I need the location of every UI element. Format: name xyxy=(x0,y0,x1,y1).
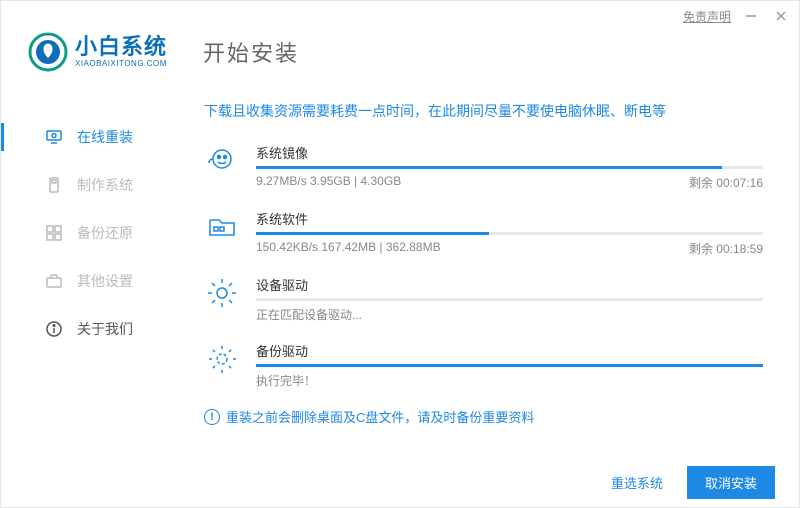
grid-icon xyxy=(45,224,63,242)
brand-name: 小白系统 xyxy=(75,36,167,58)
sidebar: 在线重装 制作系统 备份还原 其他设置 关于我们 xyxy=(1,83,176,469)
task-meta-left: 9.27MB/s 3.95GB | 4.30GB xyxy=(256,174,401,191)
task-meta-left: 执行完毕！ xyxy=(256,372,316,389)
sidebar-item-create[interactable]: 制作系统 xyxy=(1,161,176,209)
gear-icon xyxy=(204,275,240,311)
minimize-button[interactable] xyxy=(741,6,761,26)
warning-icon: ! xyxy=(204,409,220,425)
info-icon xyxy=(45,320,63,338)
task-system-image: 系统镜像 9.27MB/s 3.95GB | 4.30GB 剩余 00:07:16 xyxy=(204,143,763,191)
task-title: 备份驱动 xyxy=(256,341,763,360)
progress-bar xyxy=(256,298,763,301)
sidebar-item-label: 关于我们 xyxy=(77,319,133,339)
progress-bar xyxy=(256,364,763,367)
task-meta-left: 正在匹配设备驱动... xyxy=(256,306,362,323)
progress-bar xyxy=(256,166,763,169)
briefcase-icon xyxy=(45,272,63,290)
disclaimer-link[interactable]: 免责声明 xyxy=(683,8,731,25)
progress-fill xyxy=(256,232,489,235)
image-icon xyxy=(204,143,240,179)
monitor-icon xyxy=(45,128,63,146)
page-title: 开始安装 xyxy=(203,36,299,68)
sidebar-item-reinstall[interactable]: 在线重装 xyxy=(1,113,176,161)
task-system-software: 系统软件 150.42KB/s 167.42MB | 362.88MB 剩余 00… xyxy=(204,209,763,257)
progress-fill xyxy=(256,364,763,367)
warning-text: 重装之前会删除桌面及C盘文件，请及时备份重要资料 xyxy=(226,407,534,426)
task-meta-right: 剩余 00:18:59 xyxy=(689,240,763,257)
task-title: 系统镜像 xyxy=(256,143,763,162)
install-hint: 下载且收集资源需要耗费一点时间，在此期间尽量不要使电脑休眠、断电等 xyxy=(204,101,763,121)
brand-url: XIAOBAIXITONG.COM xyxy=(75,60,167,68)
cancel-install-button[interactable]: 取消安装 xyxy=(687,466,775,499)
folder-icon xyxy=(204,209,240,245)
task-device-driver: 设备驱动 正在匹配设备驱动... xyxy=(204,275,763,323)
task-meta-right: 剩余 00:07:16 xyxy=(689,174,763,191)
main-content: 下载且收集资源需要耗费一点时间，在此期间尽量不要使电脑休眠、断电等 系统镜像 9… xyxy=(176,83,799,469)
task-title: 系统软件 xyxy=(256,209,763,228)
sidebar-item-label: 备份还原 xyxy=(77,223,133,243)
task-title: 设备驱动 xyxy=(256,275,763,294)
reselect-button[interactable]: 重选系统 xyxy=(601,467,673,498)
gear-dashed-icon xyxy=(204,341,240,377)
task-backup-driver: 备份驱动 执行完毕！ xyxy=(204,341,763,389)
sidebar-item-label: 制作系统 xyxy=(77,175,133,195)
sidebar-item-label: 其他设置 xyxy=(77,271,133,291)
progress-fill xyxy=(256,166,722,169)
usb-icon xyxy=(45,176,63,194)
warning-notice: ! 重装之前会删除桌面及C盘文件，请及时备份重要资料 xyxy=(204,407,763,426)
close-button[interactable] xyxy=(771,6,791,26)
sidebar-item-backup[interactable]: 备份还原 xyxy=(1,209,176,257)
sidebar-item-settings[interactable]: 其他设置 xyxy=(1,257,176,305)
task-meta-left: 150.42KB/s 167.42MB | 362.88MB xyxy=(256,240,441,257)
sidebar-item-about[interactable]: 关于我们 xyxy=(1,305,176,353)
sidebar-item-label: 在线重装 xyxy=(77,127,133,147)
logo: 小白系统 XIAOBAIXITONG.COM xyxy=(27,31,167,73)
progress-bar xyxy=(256,232,763,235)
logo-icon xyxy=(27,31,69,73)
